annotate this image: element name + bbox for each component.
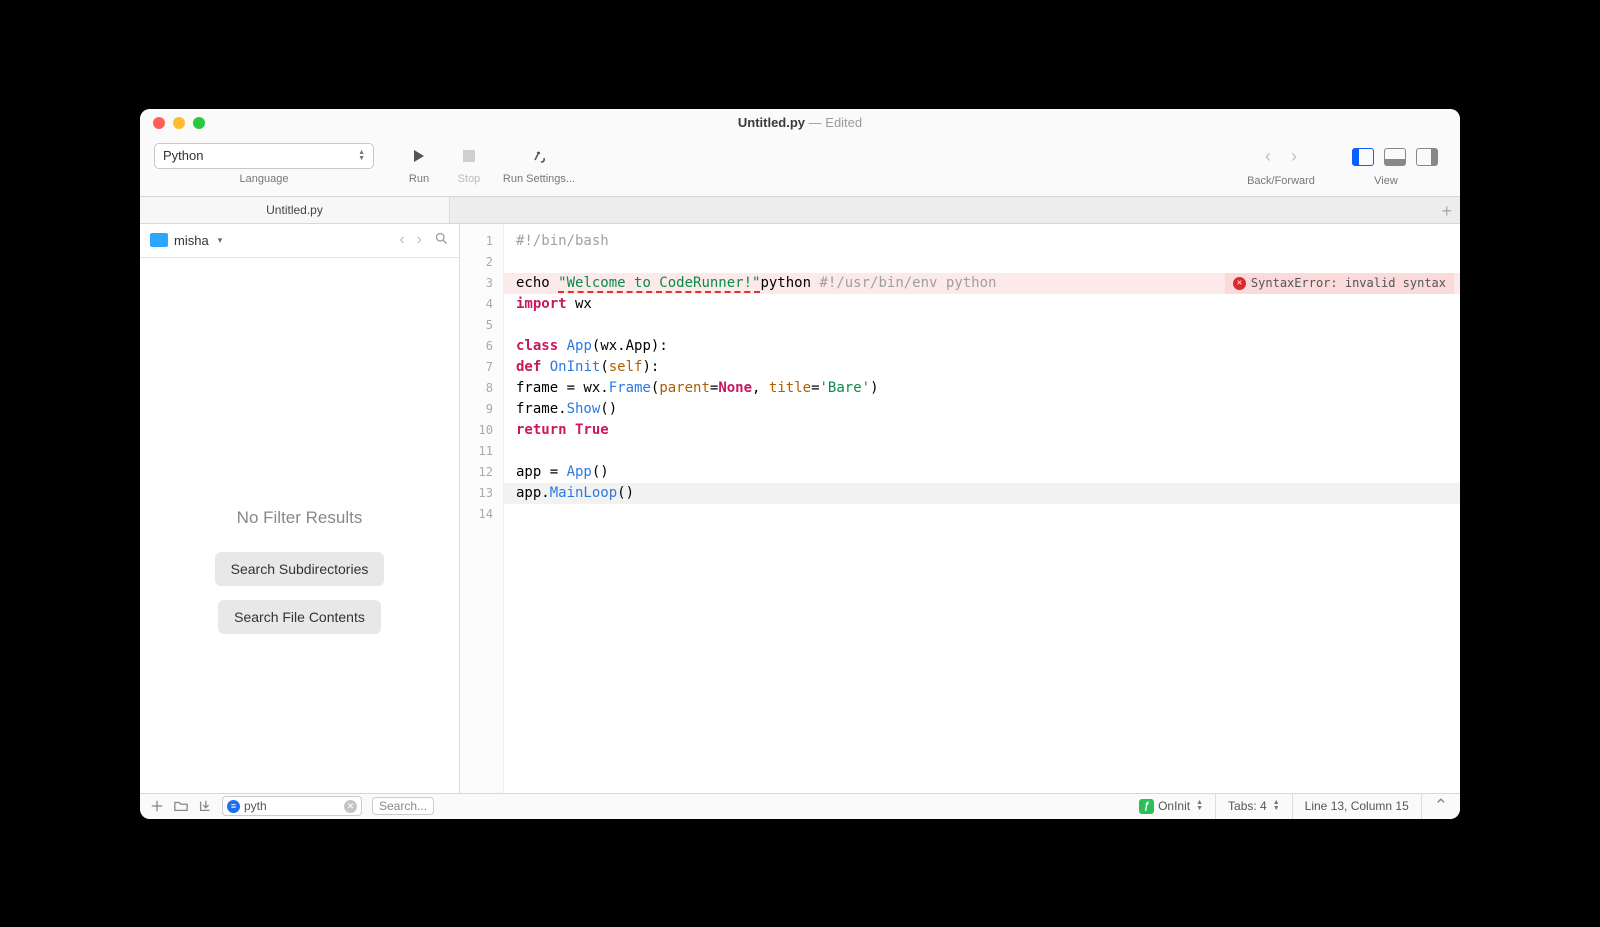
search-input[interactable]: Search... [372, 797, 434, 815]
error-icon: ✕ [1233, 277, 1246, 290]
toolbar: Python ▲▼ Language Run Stop Run Settings… [140, 137, 1460, 197]
chevron-down-icon[interactable]: ▾ [218, 235, 223, 246]
tabs-indicator[interactable]: Tabs: 4 ▲▼ [1215, 793, 1292, 819]
code-area[interactable]: ✕ SyntaxError: invalid syntax #!/bin/bas… [504, 224, 1460, 793]
sidebar-header: misha ▾ ‹ › [140, 224, 459, 258]
search-file-contents-button[interactable]: Search File Contents [218, 600, 381, 634]
cursor-position: Line 13, Column 15 [1292, 793, 1421, 819]
nav-forward-button[interactable]: › [1291, 146, 1297, 167]
tab-untitled[interactable]: Untitled.py [140, 197, 450, 223]
nav-back-button[interactable]: ‹ [1265, 146, 1271, 167]
stop-button[interactable] [453, 143, 485, 169]
view-left-panel-button[interactable] [1352, 148, 1374, 166]
expand-button[interactable]: ⌃ [1421, 793, 1460, 819]
view-label: View [1326, 175, 1446, 187]
sidebar-back-button[interactable]: ‹ [399, 231, 404, 249]
select-arrows-icon: ▲▼ [358, 150, 365, 162]
folder-icon[interactable] [174, 799, 188, 813]
language-select[interactable]: Python ▲▼ [154, 143, 374, 169]
run-label: Run [394, 173, 444, 185]
sidebar-folder-name[interactable]: misha [174, 233, 209, 248]
new-tab-button[interactable]: + [1441, 201, 1452, 222]
tab-bar: Untitled.py + [140, 197, 1460, 224]
view-right-panel-button[interactable] [1416, 148, 1438, 166]
sidebar: misha ▾ ‹ › No Filter Results Search Sub… [140, 224, 460, 793]
run-settings-button[interactable] [523, 143, 555, 169]
status-bar: ≡ pyth ✕ Search... ƒ OnInit ▲▼ Tabs: 4 ▲… [140, 793, 1460, 819]
error-badge[interactable]: ✕ SyntaxError: invalid syntax [1225, 273, 1454, 294]
add-icon[interactable] [150, 799, 164, 813]
app-window: Untitled.py — Edited Python ▲▼ Language … [140, 109, 1460, 819]
function-icon: ƒ [1139, 799, 1154, 814]
run-settings-label: Run Settings... [494, 173, 584, 185]
function-indicator[interactable]: ƒ OnInit ▲▼ [1127, 793, 1215, 819]
filter-type-icon: ≡ [227, 800, 240, 813]
import-icon[interactable] [198, 799, 212, 813]
clear-filter-icon[interactable]: ✕ [344, 800, 357, 813]
stop-label: Stop [444, 173, 494, 185]
sidebar-body: No Filter Results Search Subdirectories … [140, 258, 459, 793]
gutter: 1234567891011121314 [460, 224, 504, 793]
filter-input[interactable]: ≡ pyth ✕ [222, 796, 362, 816]
back-forward-label: Back/Forward [1236, 175, 1326, 187]
view-bottom-panel-button[interactable] [1384, 148, 1406, 166]
no-filter-results: No Filter Results [237, 508, 363, 528]
window-title: Untitled.py — Edited [140, 115, 1460, 130]
sidebar-forward-button[interactable]: › [417, 231, 422, 249]
editor[interactable]: 1234567891011121314 ✕ SyntaxError: inval… [460, 224, 1460, 793]
search-icon[interactable] [434, 231, 449, 246]
run-button[interactable] [403, 143, 435, 169]
home-folder-icon [150, 233, 168, 247]
language-label: Language [154, 173, 374, 185]
search-subdirectories-button[interactable]: Search Subdirectories [215, 552, 385, 586]
titlebar: Untitled.py — Edited [140, 109, 1460, 137]
